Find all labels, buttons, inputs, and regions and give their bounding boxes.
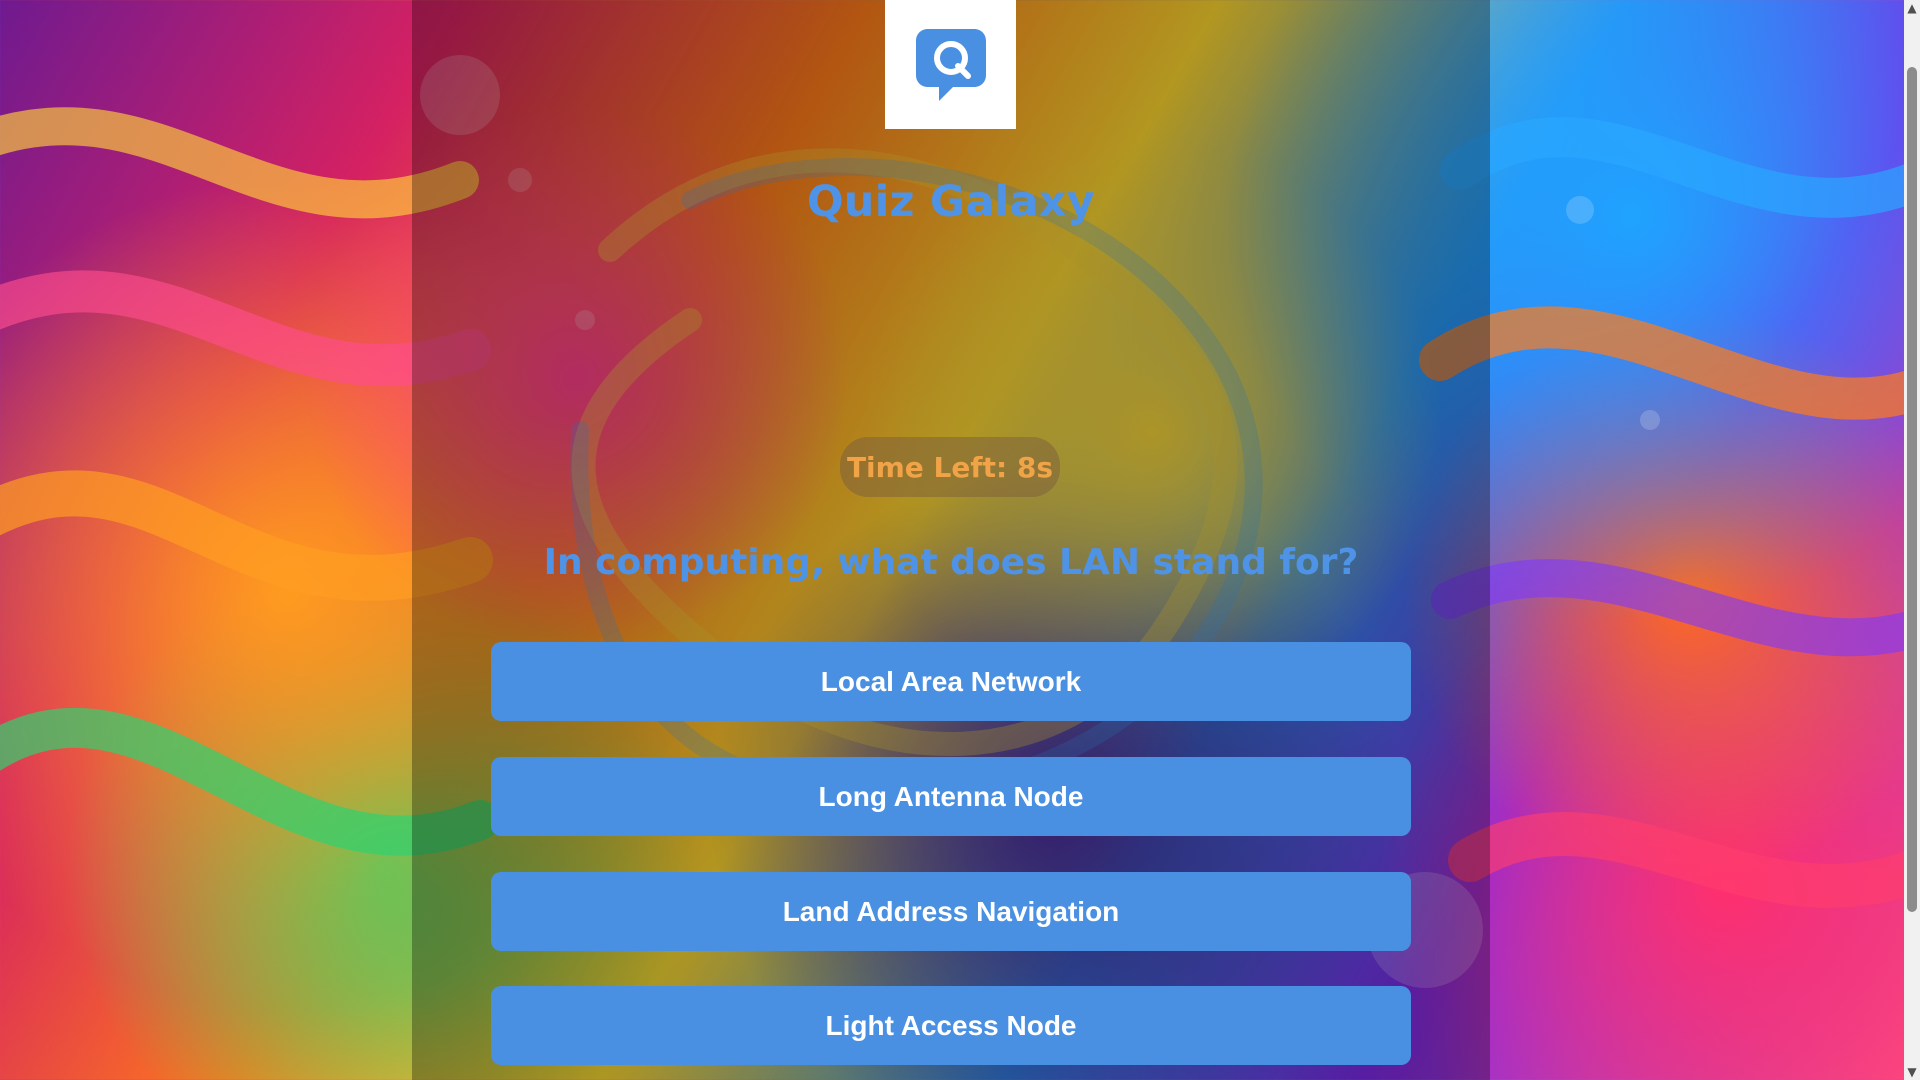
vertical-scrollbar[interactable]: ▲ ▼ bbox=[1904, 0, 1920, 1080]
quiz-content: Quiz Galaxy Time Left: 8s In computing, … bbox=[412, 0, 1490, 1080]
app-title: Quiz Galaxy bbox=[807, 177, 1095, 227]
question-text: In computing, what does LAN stand for? bbox=[543, 542, 1359, 583]
logo-container bbox=[885, 0, 1016, 129]
chat-bubble-q-icon bbox=[915, 28, 986, 101]
answer-option-3-button[interactable]: Land Address Navigation bbox=[491, 872, 1411, 951]
answer-option-1-button[interactable]: Local Area Network bbox=[491, 642, 1411, 721]
scroll-down-icon[interactable]: ▼ bbox=[1904, 1064, 1920, 1080]
scrollbar-thumb[interactable] bbox=[1907, 67, 1917, 912]
answer-option-2-button[interactable]: Long Antenna Node bbox=[491, 757, 1411, 836]
scroll-up-icon[interactable]: ▲ bbox=[1904, 0, 1920, 16]
timer-badge: Time Left: 8s bbox=[840, 437, 1060, 497]
answer-option-4-button[interactable]: Light Access Node bbox=[491, 986, 1411, 1065]
